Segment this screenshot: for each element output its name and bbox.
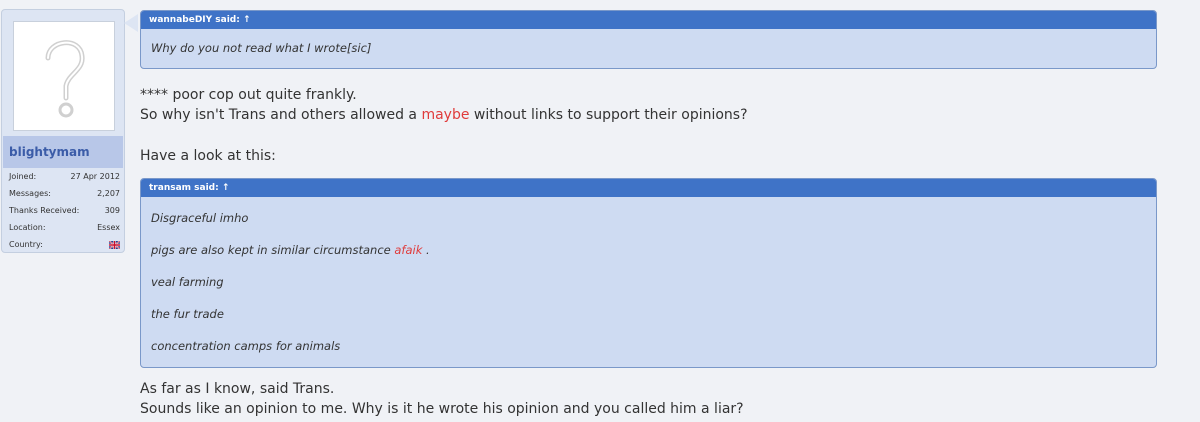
post-line: So why isn't Trans and others allowed a …	[140, 105, 748, 125]
default-avatar-icon	[45, 40, 85, 118]
quote-attribution-link[interactable]: transam said: ↑	[141, 179, 1156, 197]
quote-wrapper: transam said: ↑ Disgraceful imho pigs ar…	[140, 178, 1157, 368]
message-pointer	[124, 14, 138, 32]
quote-line: veal farming	[151, 275, 224, 289]
stat-location: Location: Essex	[9, 219, 120, 236]
quote-line: Disgraceful imho	[151, 211, 249, 225]
stat-label: Country:	[9, 240, 43, 249]
highlight-text: maybe	[421, 107, 470, 123]
highlight-text: afaik	[394, 243, 423, 257]
post-paragraph: As far as I know, said Trans. Sounds lik…	[140, 379, 744, 419]
stat-value	[109, 236, 120, 253]
stat-country: Country:	[9, 236, 120, 253]
quote-block: wannabeDIY said: ↑ Why do you not read w…	[140, 10, 1157, 69]
text-segment: without links to support their opinions?	[469, 107, 748, 123]
stat-label: Messages:	[9, 189, 51, 198]
stat-label: Location:	[9, 223, 46, 232]
post-body: wannabeDIY said: ↑ Why do you not read w…	[140, 10, 1157, 417]
post-paragraph: **** poor cop out quite frankly. So why …	[140, 85, 748, 125]
post-line: As far as I know, said Trans.	[140, 381, 335, 397]
quote-line: concentration camps for animals	[151, 339, 341, 353]
text-segment: .	[422, 243, 430, 257]
post-line: **** poor cop out quite frankly.	[140, 87, 357, 103]
stat-value: 27 Apr 2012	[70, 172, 120, 181]
quote-block: transam said: ↑ Disgraceful imho pigs ar…	[140, 178, 1157, 368]
text-segment: pigs are also kept in similar circumstan…	[151, 243, 395, 257]
stat-value[interactable]: Essex	[97, 219, 120, 236]
stat-label: Joined:	[9, 172, 37, 181]
quote-text: Why do you not read what I wrote[sic]	[151, 41, 372, 55]
username-link[interactable]: blightymam	[3, 136, 123, 168]
user-card: blightymam Joined: 27 Apr 2012 Messages:…	[1, 9, 125, 253]
avatar[interactable]	[13, 21, 115, 131]
user-stats: Joined: 27 Apr 2012 Messages: 2,207 Than…	[9, 168, 120, 253]
text-segment: So why isn't Trans and others allowed a	[140, 107, 422, 123]
uk-flag-icon	[109, 240, 120, 249]
stat-label: Thanks Received:	[9, 206, 80, 215]
stat-joined: Joined: 27 Apr 2012	[9, 168, 120, 185]
stat-value[interactable]: 2,207	[97, 185, 120, 202]
quote-line: the fur trade	[151, 307, 224, 321]
quote-line: pigs are also kept in similar circumstan…	[151, 234, 1146, 266]
stat-thanks: Thanks Received: 309	[9, 202, 120, 219]
post-line: Sounds like an opinion to me. Why is it …	[140, 401, 744, 417]
stat-value: 309	[104, 206, 120, 215]
post-paragraph: Have a look at this:	[140, 148, 276, 164]
quote-text: Disgraceful imho pigs are also kept in s…	[141, 197, 1156, 367]
quote-attribution-link[interactable]: wannabeDIY said: ↑	[141, 11, 1156, 29]
stat-messages: Messages: 2,207	[9, 185, 120, 202]
